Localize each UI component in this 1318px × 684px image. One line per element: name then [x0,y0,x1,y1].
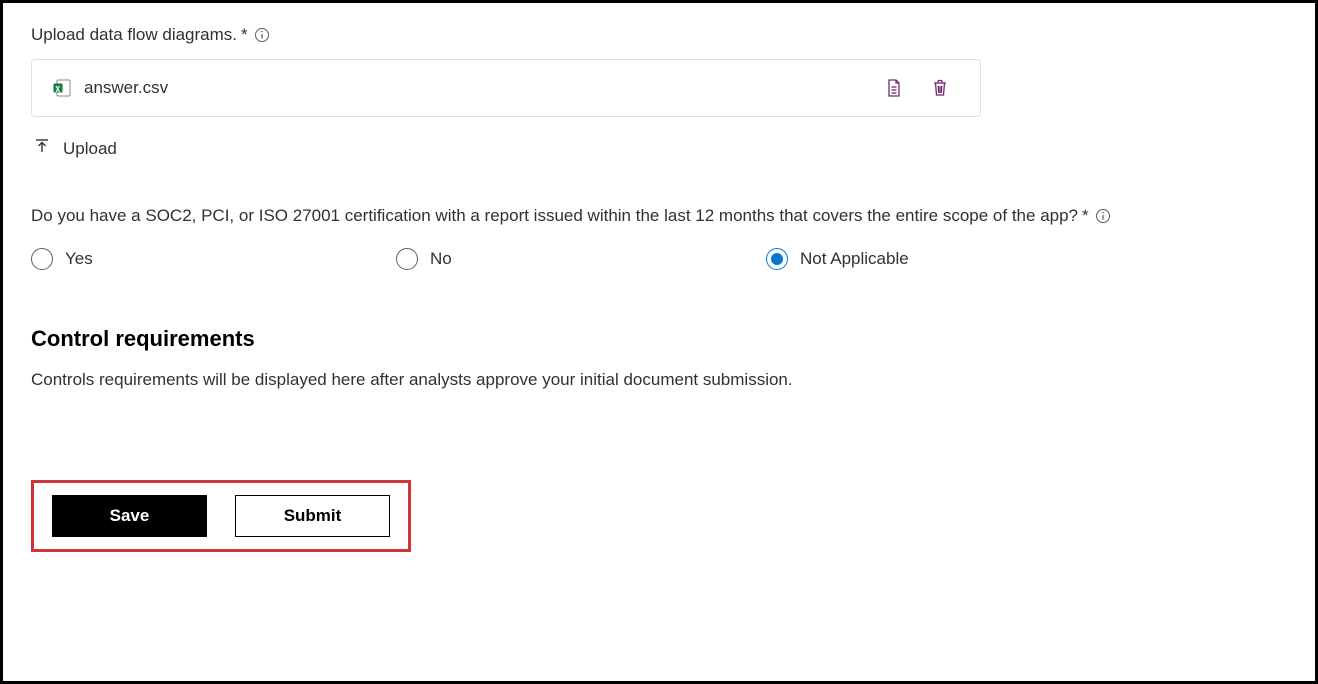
upload-arrow-icon [33,137,51,160]
certification-radio-group: Yes No Not Applicable [31,248,1287,270]
save-button[interactable]: Save [52,495,207,537]
certification-question-row: Do you have a SOC2, PCI, or ISO 27001 ce… [31,206,1287,226]
action-buttons-highlight: Save Submit [31,480,411,552]
radio-circle-icon [31,248,53,270]
upload-label-row: Upload data flow diagrams. * [31,25,1287,45]
radio-dot-icon [771,253,783,265]
view-file-button[interactable] [882,76,906,100]
certification-question-text: Do you have a SOC2, PCI, or ISO 27001 ce… [31,206,1078,226]
radio-label: No [430,249,452,269]
radio-circle-icon [396,248,418,270]
control-requirements-description: Controls requirements will be displayed … [31,370,1287,390]
radio-circle-icon [766,248,788,270]
excel-file-icon [52,78,72,98]
required-asterisk: * [1082,206,1089,226]
submit-button[interactable]: Submit [235,495,390,537]
radio-label: Not Applicable [800,249,909,269]
radio-option-not-applicable[interactable]: Not Applicable [766,248,909,270]
radio-label: Yes [65,249,93,269]
info-icon[interactable] [1095,208,1111,224]
info-icon[interactable] [254,27,270,43]
file-actions [882,76,952,100]
form-page: Upload data flow diagrams. * answer.csv [0,0,1318,684]
upload-button-label: Upload [63,139,117,159]
delete-file-button[interactable] [928,76,952,100]
radio-option-yes[interactable]: Yes [31,248,396,270]
upload-button[interactable]: Upload [31,131,119,166]
required-asterisk: * [241,25,248,45]
file-name-text: answer.csv [84,78,882,98]
uploaded-file-card: answer.csv [31,59,981,117]
upload-label-text: Upload data flow diagrams. [31,25,237,45]
control-requirements-heading: Control requirements [31,326,1287,352]
radio-option-no[interactable]: No [396,248,766,270]
